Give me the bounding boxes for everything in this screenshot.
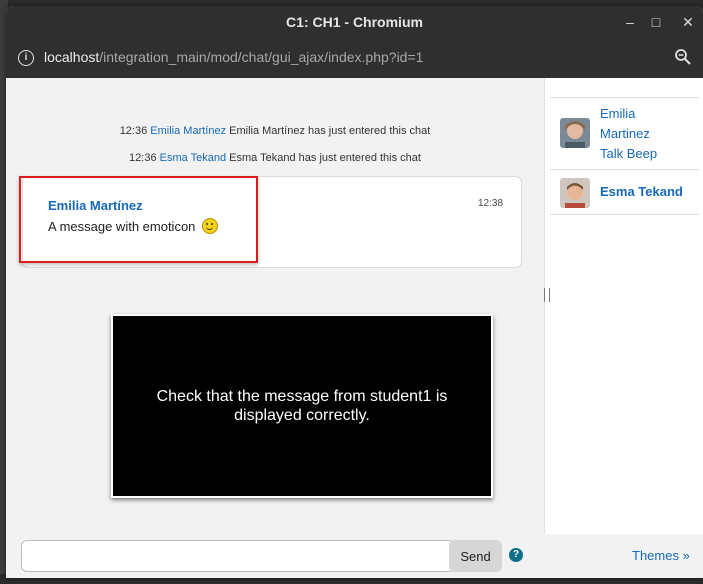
message-input[interactable] — [21, 540, 455, 572]
system-message-time: 12:36 — [119, 125, 148, 137]
instruction-overlay: Check that the message from student1 is … — [111, 314, 493, 498]
system-message-time: 12:36 — [129, 152, 157, 164]
talk-beep-link[interactable]: Talk Beep — [600, 144, 657, 164]
send-button[interactable]: Send — [449, 540, 502, 572]
info-icon[interactable]: i — [18, 50, 34, 66]
system-message-user-link[interactable]: Esma Tekand — [160, 152, 226, 164]
url-host: localhost — [44, 49, 100, 65]
message-text: A message with emoticon — [48, 219, 196, 234]
message-author[interactable]: Emilia Martínez — [48, 198, 143, 213]
system-message: 12:36 Esma Tekand Esma Tekand has just e… — [6, 152, 544, 164]
message-input-bar: Send ? Themes » — [6, 534, 703, 578]
url-text[interactable]: localhost/integration_main/mod/chat/gui_… — [44, 49, 423, 65]
user-name[interactable]: Esma Tekand — [600, 182, 683, 202]
smiley-icon — [202, 218, 219, 234]
minimize-button[interactable]: – — [620, 12, 640, 32]
pane-divider — [544, 78, 545, 578]
maximize-button[interactable]: □ — [646, 12, 666, 32]
zoom-icon[interactable] — [674, 48, 692, 66]
page-content: 12:36 Emilia Martínez Emilia Martínez ha… — [6, 78, 703, 578]
system-message-text: Emilia Martínez has just entered this ch… — [229, 125, 431, 137]
title-bar[interactable]: C1: CH1 - Chromium – □ ✕ — [6, 6, 703, 38]
browser-window: C1: CH1 - Chromium – □ ✕ i localhost/int… — [6, 6, 703, 578]
user-list-item[interactable]: Emilia Martinez Talk Beep — [550, 97, 699, 170]
avatar — [560, 178, 590, 208]
address-bar: i localhost/integration_main/mod/chat/gu… — [6, 38, 703, 78]
help-icon[interactable]: ? — [509, 548, 523, 562]
chat-messages-pane: 12:36 Emilia Martínez Emilia Martínez ha… — [6, 78, 544, 578]
themes-link[interactable]: Themes » — [632, 548, 690, 563]
overlay-text: Check that the message from student1 is … — [156, 388, 448, 424]
message-time: 12:38 — [478, 198, 504, 209]
window-title: C1: CH1 - Chromium — [286, 14, 423, 30]
system-message-text: Esma Tekand has just entered this chat — [229, 152, 421, 164]
close-button[interactable]: ✕ — [678, 12, 698, 32]
system-message: 12:36 Emilia Martínez Emilia Martínez ha… — [6, 125, 544, 137]
system-message-user-link[interactable]: Emilia Martínez — [150, 125, 226, 137]
user-list-item[interactable]: Esma Tekand — [550, 169, 699, 215]
user-name-last: Martinez — [600, 126, 650, 141]
url-path: /integration_main/mod/chat/gui_ajax/inde… — [99, 49, 424, 65]
message-body: A message with emoticon — [48, 218, 219, 234]
user-list: Emilia Martinez Talk Beep Esma Tekand — [550, 78, 703, 578]
user-name-first: Emilia — [600, 106, 636, 121]
user-name[interactable]: Emilia Martinez Talk Beep — [600, 104, 657, 164]
avatar — [560, 118, 590, 148]
